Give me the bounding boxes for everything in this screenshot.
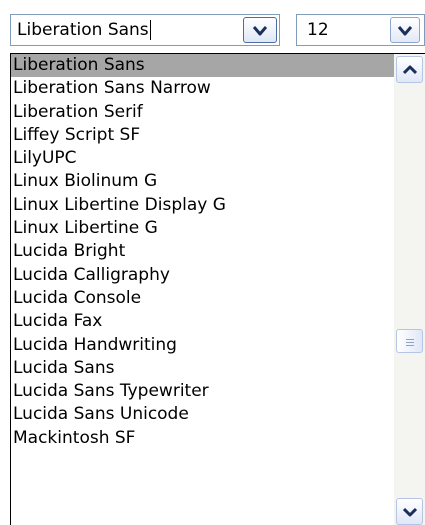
font-name-combobox[interactable]: Liberation Sans bbox=[10, 14, 280, 46]
font-list-item[interactable]: Lucida Calligraphy bbox=[11, 264, 395, 287]
font-list-item[interactable]: Lucida Sans bbox=[11, 357, 395, 380]
chevron-up-icon bbox=[402, 60, 417, 79]
grip-icon bbox=[405, 332, 415, 351]
font-list-item[interactable]: Liberation Serif bbox=[11, 101, 395, 124]
vertical-scrollbar[interactable] bbox=[394, 54, 425, 525]
font-list-item[interactable]: Lucida Sans Unicode bbox=[11, 403, 395, 426]
scroll-up-button[interactable] bbox=[396, 56, 423, 83]
chevron-down-icon bbox=[397, 21, 413, 40]
font-list-dropdown[interactable]: Liberation Sans Liberation Sans Narrow Lib… bbox=[10, 53, 425, 525]
font-list-item[interactable]: Liffey Script SF bbox=[11, 124, 395, 147]
font-name-input[interactable]: Liberation Sans bbox=[15, 18, 153, 42]
font-list-item[interactable]: Linux Libertine G bbox=[11, 217, 395, 240]
font-list-item[interactable]: Liberation Sans Narrow bbox=[11, 77, 395, 100]
font-list-item[interactable]: Linux Biolinum G bbox=[11, 170, 395, 193]
font-size-dropdown-button[interactable] bbox=[390, 17, 420, 43]
font-size-input[interactable]: 12 bbox=[307, 18, 329, 42]
font-size-combobox[interactable]: 12 bbox=[296, 14, 425, 46]
scrollbar-thumb[interactable] bbox=[396, 329, 423, 353]
font-list-item[interactable]: Liberation Sans bbox=[11, 54, 395, 78]
chevron-down-icon bbox=[402, 502, 417, 521]
font-list-item[interactable]: Lucida Fax bbox=[11, 310, 395, 333]
font-list-item[interactable]: Lucida Sans Typewriter bbox=[11, 380, 395, 403]
font-name-dropdown-button[interactable] bbox=[243, 17, 277, 43]
font-name-value: Liberation Sans bbox=[17, 20, 149, 40]
font-list-item[interactable]: Lucida Bright bbox=[11, 240, 395, 263]
font-list-item[interactable]: LilyUPC bbox=[11, 147, 395, 170]
font-list: Liberation Sans Liberation Sans Narrow Lib… bbox=[11, 54, 395, 450]
font-list-item[interactable]: Lucida Console bbox=[11, 287, 395, 310]
text-caret bbox=[149, 20, 151, 40]
font-list-item[interactable]: Mackintosh SF bbox=[11, 427, 395, 450]
font-list-item[interactable]: Lucida Handwriting bbox=[11, 334, 395, 357]
chevron-down-icon bbox=[252, 21, 268, 40]
scroll-down-button[interactable] bbox=[396, 498, 423, 525]
font-list-item[interactable]: Linux Libertine Display G bbox=[11, 194, 395, 217]
